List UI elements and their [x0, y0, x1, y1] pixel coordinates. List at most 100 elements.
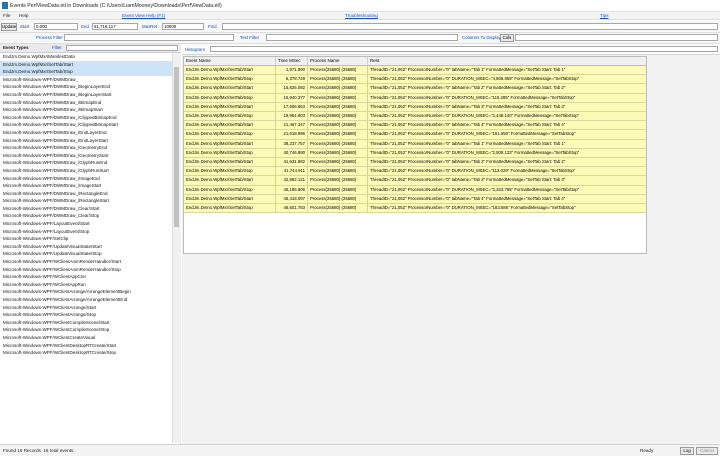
event-type-item[interactable]: Microsoft-Windows-WPF/WClientAppRun — [0, 281, 172, 289]
event-type-item[interactable]: Microsoft-Windows-WPF/DWMDraw_/BeginLaye… — [0, 83, 172, 91]
cell-event-name: EndJm.Demo.WpfMxr/SetTab/Start — [184, 194, 276, 204]
troubleshooting-link[interactable]: Troubleshooting — [345, 13, 378, 18]
event-type-item[interactable]: Microsoft-Windows-WPF/WClientAppCtor — [0, 273, 172, 281]
cell-process-name: Process(25680) (25680) — [308, 93, 368, 103]
cell-rest: ThreadID="21,052" ProcessorNumber="0" DU… — [370, 131, 576, 137]
table-row[interactable]: EndJm.Demo.WpfMxr/SetTab/Start 41,631.882… — [184, 158, 646, 168]
event-filter-input[interactable] — [66, 45, 178, 51]
event-type-item[interactable]: Microsoft-Windows-WPF/DWMDraw_/ImageStar… — [0, 182, 172, 190]
event-type-item[interactable]: Microsoft-Windows-WPF/LayoutEvent/Stop — [0, 228, 172, 236]
cell-rest: ThreadID="21,052" ProcessorNumber="0" DU… — [370, 149, 580, 155]
event-type-item[interactable]: Microsoft-Windows-WPF/LayoutEvent/Start — [0, 220, 172, 228]
cell-time-msec: 42,862.121 — [276, 176, 308, 186]
event-type-item[interactable]: Microsoft-Windows-WPF/DWMDraw_Clear/Star… — [0, 205, 172, 213]
maxret-input[interactable]: 10000 — [162, 23, 204, 30]
table-row[interactable]: EndJm.Demo.WpfMxr/SetTab/Start 1,571.890 P… — [184, 66, 646, 76]
menu-file[interactable]: File — [3, 13, 10, 18]
end-input[interactable]: 51,718.117 — [92, 23, 138, 30]
event-type-item[interactable]: EndJm.Demo.WpfMxr/SetTab/Stop — [0, 68, 172, 76]
event-type-item[interactable]: EndJm.Demo.WpfMxr/ManifestData — [0, 53, 172, 61]
cell-process-name: Process(25680) (25680) — [308, 66, 368, 76]
event-type-item[interactable]: Microsoft-Windows-WPF/DWMDraw_/ClippedBi… — [0, 114, 172, 122]
table-row[interactable]: EndJm.Demo.WpfMxr/SetTab/Stop 45,185.906 P… — [184, 185, 646, 195]
update-button[interactable]: Update — [1, 23, 17, 31]
event-type-item[interactable]: Microsoft-Windows-WPF/WClientAnimRenderH… — [0, 258, 172, 266]
event-types-scrollbar[interactable] — [172, 53, 181, 443]
table-row[interactable]: EndJm.Demo.WpfMxr/SetTab/Start 21,467.347… — [184, 121, 646, 131]
cols-button[interactable]: Cols — [500, 34, 514, 42]
scrollbar-thumb[interactable] — [174, 67, 179, 227]
event-type-item[interactable]: Microsoft-Windows-WPF/UpdateVisualState/… — [0, 250, 172, 258]
cell-event-name: EndJm.Demo.WpfMxr/SetTab/Stop — [184, 112, 276, 122]
table-row[interactable]: EndJm.Demo.WpfMxr/SetTab/Stop 21,618.996 P… — [184, 130, 646, 140]
event-type-item[interactable]: Microsoft-Windows-WPF/WClientArrange/Arr… — [0, 296, 172, 304]
cell-time-msec: 15,825.092 — [276, 84, 308, 94]
event-type-item[interactable]: Microsoft-Windows-WPF/DWMDraw_ — [0, 76, 172, 84]
event-type-item[interactable]: Microsoft-Windows-WPF/DWMDraw_/BitmapSta… — [0, 106, 172, 114]
event-type-item[interactable]: Microsoft-Windows-WPF/WClientCompileScen… — [0, 326, 172, 334]
table-row[interactable]: EndJm.Demo.WpfMxr/SetTab/Start 42,862.121… — [184, 176, 646, 186]
event-type-item[interactable]: Microsoft-Windows-WPF/WClientArrange/Sto… — [0, 311, 172, 319]
event-type-item[interactable]: Microsoft-Windows-WPF/DWMDraw_/GlyphRunS… — [0, 167, 172, 175]
event-type-item[interactable]: Microsoft-Windows-WPF/DWMDraw_/GlyphRunE… — [0, 159, 172, 167]
menu-bar: File Help Event View Help (F1) Troublesh… — [0, 12, 720, 20]
start-input[interactable]: 0.000 — [34, 23, 78, 30]
table-row[interactable]: EndJm.Demo.WpfMxr/SetTab/Stop 41,744.911 P… — [184, 167, 646, 177]
event-type-item[interactable]: Microsoft-Windows-WPF/SetClip — [0, 235, 172, 243]
table-row[interactable]: EndJm.Demo.WpfMxr/SetTab/Stop 19,954.803 P… — [184, 112, 646, 122]
event-type-item[interactable]: Microsoft-Windows-WPF/DWMDraw_/EndLayerS… — [0, 137, 172, 145]
event-type-item[interactable]: Microsoft-Windows-WPF/WClientArrange/Arr… — [0, 288, 172, 296]
log-button[interactable]: Log — [680, 447, 694, 455]
event-types-list[interactable]: EndJm.Demo.WpfMxr/ManifestData EndJm.Demo… — [0, 53, 172, 443]
table-row[interactable]: EndJm.Demo.WpfMxr/SetTab/Stop 40,746.890 P… — [184, 148, 646, 158]
event-type-item[interactable]: Microsoft-Windows-WPF/DWMDraw_/ImageEnd — [0, 175, 172, 183]
table-row[interactable]: EndJm.Demo.WpfMxr/SetTab/Stop 15,940.377 P… — [184, 93, 646, 103]
event-type-item[interactable]: Microsoft-Windows-WPF/DWMDraw_/EndLayerE… — [0, 129, 172, 137]
cell-rest: ThreadID="21,052" ProcessorNumber="0" DU… — [370, 186, 580, 192]
event-type-item[interactable]: Microsoft-Windows-WPF/DWMDraw_/GeometryS… — [0, 152, 172, 160]
table-row[interactable]: EndJm.Demo.WpfMxr/SetTab/Stop 6,378.749 Pr… — [184, 75, 646, 85]
column-header-event-name[interactable]: Event Name — [184, 57, 276, 65]
menu-help[interactable]: Help — [19, 13, 28, 18]
event-type-item[interactable]: Microsoft-Windows-WPF/DWMDraw_/GeometryE… — [0, 144, 172, 152]
event-type-item[interactable]: Microsoft-Windows-WPF/DWMDraw_/BeginLaye… — [0, 91, 172, 99]
column-header-rest[interactable]: Rest — [368, 57, 646, 65]
event-type-item[interactable]: Microsoft-Windows-WPF/WClientArrange/Sta… — [0, 304, 172, 312]
cancel-button[interactable]: Cancel — [696, 447, 718, 455]
status-text: Found 16 Records. 16 total events. — [3, 448, 75, 453]
table-row[interactable]: EndJm.Demo.WpfMxr/SetTab/Start 46,418.097… — [184, 194, 646, 204]
table-row[interactable]: EndJm.Demo.WpfMxr/SetTab/Start 17,506.663… — [184, 102, 646, 112]
table-row[interactable]: EndJm.Demo.WpfMxr/SetTab/Stop 46,601.783 P… — [184, 204, 646, 214]
text-filter-input[interactable] — [266, 34, 458, 41]
event-type-item[interactable]: EndJm.Demo.WpfMxr/SetTab/Start — [0, 60, 172, 69]
event-type-item[interactable]: Microsoft-Windows-WPF/UpdateVisualState/… — [0, 243, 172, 251]
process-filter-input[interactable] — [64, 34, 234, 41]
columns-input[interactable] — [515, 34, 718, 41]
cell-rest: ThreadID="21,052" ProcessorNumber="0" DU… — [370, 113, 580, 118]
table-row[interactable]: EndJm.Demo.WpfMxr/SetTab/Start 15,825.092… — [184, 84, 646, 94]
cell-event-name: EndJm.Demo.WpfMxr/SetTab/Stop — [184, 204, 276, 214]
find-label: Find — [208, 24, 217, 29]
title-bar: Events PerfViewData.etl in Downloads (C:… — [0, 0, 720, 12]
event-type-item[interactable]: Microsoft-Windows-WPF/WClientCompileScen… — [0, 319, 172, 327]
cell-event-name: EndJm.Demo.WpfMxr/SetTab/Start — [184, 84, 276, 94]
column-header-process-name[interactable]: Process Name — [308, 57, 368, 65]
event-type-item[interactable]: Microsoft-Windows-WPF/WClientAnimRenderH… — [0, 266, 172, 274]
cell-time-msec: 21,467.347 — [276, 121, 308, 131]
event-type-item[interactable]: Microsoft-Windows-WPF/WClientDesktopRTCr… — [0, 342, 172, 350]
cell-time-msec: 38,237.757 — [276, 139, 308, 149]
event-type-item[interactable]: Microsoft-Windows-WPF/WClientDesktopRTCr… — [0, 349, 172, 357]
event-view-help-link[interactable]: Event View Help (F1) — [122, 13, 165, 18]
event-type-item[interactable]: Microsoft-Windows-WPF/WClientCreateVisua… — [0, 334, 172, 342]
event-type-item[interactable]: Microsoft-Windows-WPF/DWMDraw_/BitmapEnd — [0, 99, 172, 107]
cell-process-name: Process(25680) (25680) — [308, 148, 368, 158]
tips-link[interactable]: Tips — [600, 13, 609, 18]
event-type-item[interactable]: Microsoft-Windows-WPF/DWMDraw_/Rectangle… — [0, 197, 172, 205]
table-row[interactable]: EndJm.Demo.WpfMxr/SetTab/Start 38,237.757… — [184, 139, 646, 149]
event-type-item[interactable]: Microsoft-Windows-WPF/DWMDraw_/ClippedBi… — [0, 121, 172, 129]
find-input[interactable] — [222, 23, 718, 30]
column-header-time-msec[interactable]: Time MSec — [276, 57, 308, 65]
event-type-item[interactable]: Microsoft-Windows-WPF/DWMDraw_/Rectangle… — [0, 190, 172, 198]
event-type-item[interactable]: Microsoft-Windows-WPF/DWMDraw_Clear/Stop — [0, 212, 172, 220]
cell-time-msec: 6,378.749 — [276, 75, 308, 85]
